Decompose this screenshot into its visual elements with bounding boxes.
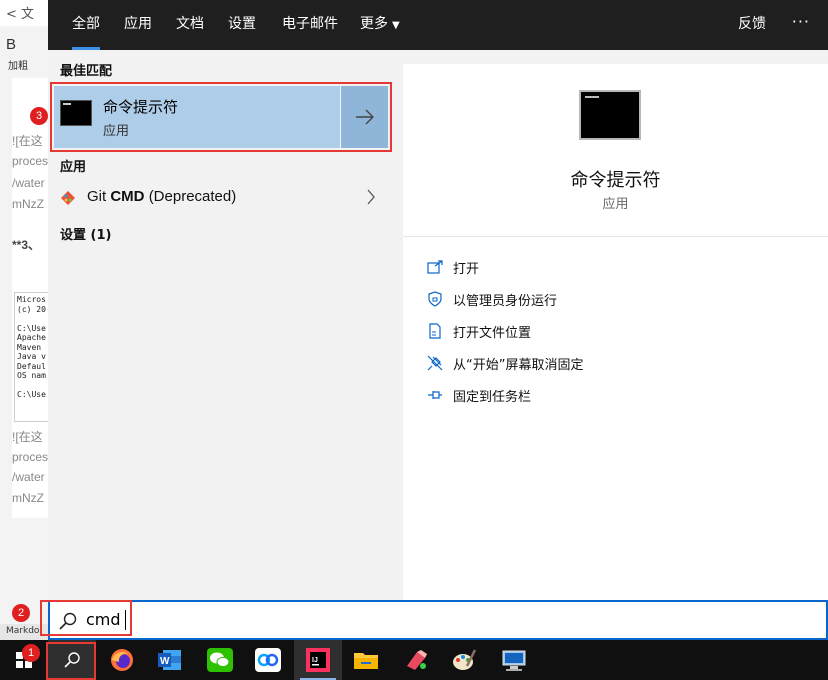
settings-heading[interactable]: 设置 (1) bbox=[60, 224, 111, 243]
remote-desktop-icon bbox=[502, 650, 526, 671]
search-flyout: 全部 应用 文档 设置 电子邮件 更多 ▼ 反馈 ··· 最佳匹配 命令提示符 应… bbox=[30, 0, 828, 600]
tab-label: 电子邮件 bbox=[282, 16, 338, 32]
editor-line: mNzZ bbox=[12, 197, 44, 211]
bold-label: 加粗 bbox=[8, 61, 28, 72]
terminal-line: C:\Use bbox=[17, 390, 46, 399]
chevron-down-icon: ▼ bbox=[392, 20, 400, 31]
app-name-suffix: (Deprecated) bbox=[148, 188, 237, 205]
details-title: 命令提示符 bbox=[570, 170, 661, 191]
taskbar-app-remote-desktop[interactable] bbox=[490, 640, 538, 680]
terminal-line: Maven bbox=[17, 342, 42, 352]
taskbar-app-intellij[interactable]: IJ bbox=[294, 640, 342, 680]
file-location-icon bbox=[425, 321, 445, 341]
app-name-bold: CMD bbox=[110, 188, 145, 205]
terminal-line: Defaul bbox=[17, 361, 46, 371]
tab-all[interactable]: 全部 bbox=[60, 0, 112, 50]
action-open-file-location[interactable]: 打开文件位置 bbox=[425, 320, 531, 342]
cloud-icon bbox=[255, 648, 281, 672]
highlight-box-search-button bbox=[46, 642, 96, 680]
action-label: 以管理员身份运行 bbox=[453, 293, 558, 309]
intellij-label: IJ bbox=[312, 657, 318, 664]
action-run-as-admin[interactable]: 以管理员身份运行 bbox=[425, 288, 557, 310]
highlight-box-search-input bbox=[40, 600, 132, 636]
tab-apps[interactable]: 应用 bbox=[112, 0, 164, 50]
terminal-line: (c) 20 bbox=[17, 304, 46, 314]
search-input[interactable]: cmd bbox=[48, 600, 828, 640]
tab-more[interactable]: 更多 ▼ bbox=[348, 0, 412, 50]
svg-text:W: W bbox=[160, 656, 170, 667]
chevron-right-icon[interactable] bbox=[366, 189, 376, 205]
terminal-line: Apache bbox=[17, 333, 46, 342]
open-window-icon bbox=[425, 257, 445, 277]
details-subtitle: 应用 bbox=[602, 197, 629, 212]
action-pin-taskbar[interactable]: 固定到任务栏 bbox=[425, 384, 531, 406]
callout-1: 1 bbox=[22, 644, 40, 662]
editor-line: mNzZ bbox=[12, 491, 44, 505]
editor-heading-line: **3、 bbox=[12, 238, 41, 252]
app-name: Git bbox=[87, 188, 107, 205]
terminal-line: OS nam bbox=[17, 371, 46, 380]
tab-documents[interactable]: 文档 bbox=[164, 0, 216, 50]
editor-tab-fragment[interactable]: < 文 bbox=[0, 0, 48, 26]
taskbar: W IJ bbox=[0, 640, 828, 680]
action-label: 从“开始”屏幕取消固定 bbox=[453, 357, 584, 373]
terminal-line: Java v bbox=[17, 352, 46, 361]
results-pane: 最佳匹配 命令提示符 应用 3 应用 Git CMD (Deprecated) … bbox=[30, 50, 398, 600]
terminal-line: C:\Use bbox=[17, 323, 46, 333]
taskbar-app-wechat[interactable] bbox=[196, 640, 244, 680]
apps-heading: 应用 bbox=[60, 160, 87, 175]
tab-label: 全部 bbox=[72, 16, 100, 32]
editor-line: ![在这 bbox=[12, 430, 43, 444]
paint-app-icon bbox=[407, 650, 427, 670]
divider bbox=[403, 236, 828, 237]
editor-line: /water bbox=[12, 176, 45, 190]
palette-icon bbox=[453, 649, 477, 670]
wechat-icon bbox=[207, 648, 233, 672]
taskbar-app-firefox[interactable] bbox=[98, 640, 146, 680]
tab-email[interactable]: 电子邮件 bbox=[270, 0, 350, 50]
git-icon bbox=[61, 191, 75, 205]
tab-settings[interactable]: 设置 bbox=[216, 0, 268, 50]
taskbar-app-paint-palette[interactable] bbox=[440, 640, 488, 680]
tab-label: 更多 bbox=[360, 16, 388, 32]
app-item-git-cmd[interactable]: Git CMD (Deprecated) bbox=[54, 182, 388, 214]
callout-2: 2 bbox=[12, 604, 30, 622]
embedded-terminal-screenshot: Micros (c) 20 C:\Use Apache Maven Java v… bbox=[14, 292, 48, 422]
firefox-icon bbox=[111, 649, 133, 671]
shield-icon bbox=[425, 289, 445, 309]
feedback-button[interactable]: 反馈 bbox=[738, 0, 766, 50]
taskbar-app-baidu-netdisk[interactable] bbox=[244, 640, 292, 680]
editor-line: /water bbox=[12, 470, 45, 484]
best-match-heading: 最佳匹配 bbox=[60, 64, 113, 79]
action-unpin-start[interactable]: 从“开始”屏幕取消固定 bbox=[425, 352, 583, 374]
app-item-label: Git CMD (Deprecated) bbox=[87, 188, 236, 205]
command-prompt-large-icon bbox=[579, 90, 641, 140]
action-label: 打开文件位置 bbox=[453, 325, 532, 341]
tab-label: 设置 bbox=[228, 16, 256, 32]
unpin-icon bbox=[425, 353, 445, 373]
folder-icon bbox=[354, 653, 378, 669]
more-options-button[interactable]: ··· bbox=[792, 0, 810, 50]
taskbar-app-paint[interactable] bbox=[392, 640, 440, 680]
highlight-box-best-match bbox=[50, 82, 392, 152]
action-label: 打开 bbox=[453, 261, 480, 277]
taskbar-app-file-explorer[interactable] bbox=[342, 640, 390, 680]
pin-icon bbox=[425, 385, 445, 405]
callout-3: 3 bbox=[30, 107, 48, 125]
bold-button[interactable]: B bbox=[6, 36, 16, 53]
action-label: 固定到任务栏 bbox=[453, 389, 532, 405]
tab-label: 文档 bbox=[176, 16, 204, 32]
editor-line: proces bbox=[12, 154, 48, 168]
intellij-icon: IJ bbox=[306, 648, 330, 672]
search-tab-bar: 全部 应用 文档 设置 电子邮件 更多 ▼ 反馈 ··· bbox=[48, 0, 828, 50]
editor-line: ![在这 bbox=[12, 134, 43, 148]
background-editor-window: < 文 B 加粗 ![在这 proces /water mNzZ **3、 Mi… bbox=[0, 0, 48, 640]
taskbar-app-word[interactable]: W bbox=[146, 640, 194, 680]
terminal-line: Micros bbox=[17, 295, 46, 304]
word-icon: W bbox=[158, 650, 181, 670]
action-open[interactable]: 打开 bbox=[425, 256, 479, 278]
editor-line: proces bbox=[12, 450, 48, 464]
tab-label: 应用 bbox=[124, 16, 152, 32]
details-pane: 命令提示符 应用 打开 以管理员身份运行 打开文件位置 从“开始”屏幕取消固定 … bbox=[403, 64, 828, 600]
